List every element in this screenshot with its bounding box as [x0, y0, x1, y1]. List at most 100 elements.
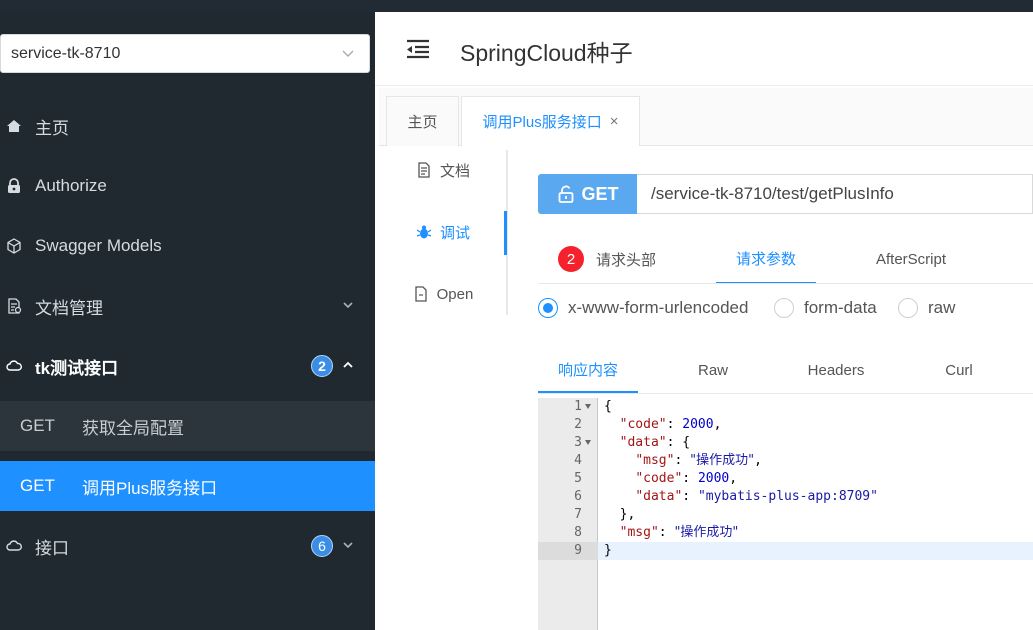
vtab-open[interactable]: Open	[379, 264, 507, 324]
radio-x-www-form-urlencoded[interactable]: x-www-form-urlencoded	[538, 297, 748, 319]
vtab-label: 文档	[439, 162, 470, 180]
sidebar-subitem-call-plus-service[interactable]: GET 调用Plus服务接口	[0, 461, 375, 511]
app-title: SpringCloud种子	[460, 40, 633, 66]
line-number: 8	[574, 525, 582, 540]
http-method-button[interactable]: GET	[538, 174, 638, 214]
code-line: 1 {	[538, 398, 1033, 416]
document-gear-icon	[5, 297, 23, 315]
code-line: 7 },	[538, 506, 1033, 524]
tab-label: 请求参数	[735, 250, 796, 268]
vtab-debug[interactable]: 调试	[379, 202, 507, 262]
code-text: "msg": "操作成功"	[619, 525, 739, 540]
sidebar-item-label: 文档管理	[35, 298, 103, 318]
cloud-icon	[5, 537, 23, 555]
tab-response-curl[interactable]: Curl	[909, 347, 1009, 393]
sidebar-item-home[interactable]: 主页	[0, 96, 375, 156]
code-text: "code": 2000,	[619, 417, 722, 432]
sidebar-subitem-label: 调用Plus服务接口	[82, 478, 218, 498]
count-badge: 6	[311, 535, 333, 557]
tab-label: Headers	[807, 361, 865, 379]
window-top-strip	[0, 0, 1033, 12]
file-icon	[413, 286, 429, 302]
service-select-value: service-tk-8710	[11, 44, 121, 62]
code-line: 5 "code": 2000,	[538, 470, 1033, 488]
sidebar-subitem-get-global-config[interactable]: GET 获取全局配置	[0, 401, 375, 451]
home-icon	[5, 117, 23, 135]
sidebar-item-label: 接口	[35, 538, 69, 558]
code-line: 8 "msg": "操作成功"	[538, 524, 1033, 542]
radio-raw[interactable]: raw	[898, 297, 955, 319]
radio-form-data[interactable]: form-data	[774, 297, 877, 319]
response-tabs-divider	[538, 393, 1033, 394]
line-number: 4	[574, 453, 582, 468]
radio-circle[interactable]	[538, 298, 558, 318]
sidebar-item-label: tk测试接口	[35, 358, 119, 378]
menu-fold-icon[interactable]	[405, 38, 431, 60]
vtab-label: 调试	[439, 224, 470, 242]
close-icon[interactable]: ×	[610, 113, 619, 130]
code-line-active: 9 }	[538, 542, 1033, 560]
cube-icon	[5, 237, 23, 255]
code-line: 3 "data": {	[538, 434, 1033, 452]
http-method-label: GET	[581, 183, 619, 204]
tab-label: 请求头部	[596, 251, 657, 269]
fold-icon[interactable]	[585, 440, 591, 445]
vtab-doc[interactable]: 文档	[379, 140, 507, 200]
code-line: 2 "code": 2000,	[538, 416, 1033, 434]
tab-label: Raw	[697, 361, 728, 379]
sidebar: service-tk-8710 主页 Authorize Swagger Mod…	[0, 12, 375, 630]
tab-label: 主页	[407, 114, 438, 131]
line-number: 7	[574, 507, 582, 522]
fold-icon[interactable]	[585, 404, 591, 409]
radio-circle[interactable]	[898, 298, 918, 318]
http-method-label: GET	[20, 476, 55, 495]
sidebar-subitem-label: 获取全局配置	[82, 418, 184, 438]
code-text: }	[604, 543, 612, 558]
line-number: 5	[574, 471, 582, 486]
line-number: 3	[574, 435, 582, 450]
app-header: SpringCloud种子	[375, 12, 1033, 86]
bug-icon	[416, 224, 432, 240]
response-code-editor[interactable]: 1 { 2 "code": 2000, 3 "data": { 4 "msg":…	[538, 398, 1033, 630]
tab-bar: 主页 调用Plus服务接口 ×	[379, 88, 1033, 146]
unlock-icon	[559, 185, 574, 203]
code-line: 4 "msg": "操作成功",	[538, 452, 1033, 470]
sidebar-item-authorize[interactable]: Authorize	[0, 156, 375, 216]
line-number: 9	[574, 543, 582, 558]
chevron-down-icon	[343, 542, 353, 549]
count-badge: 2	[311, 355, 333, 377]
tab-response-raw[interactable]: Raw	[663, 347, 763, 393]
sidebar-item-label: Swagger Models	[35, 236, 162, 255]
http-method-label: GET	[20, 416, 55, 435]
tab-label: AfterScript	[876, 250, 947, 268]
line-number: 2	[574, 417, 582, 432]
sidebar-item-api[interactable]: 接口 6	[0, 516, 375, 576]
code-text: "data": "mybatis-plus-app:8709"	[635, 489, 878, 504]
chevron-down-icon	[343, 302, 353, 309]
tab-response-content[interactable]: 响应内容	[538, 347, 638, 393]
doc-vertical-tabs: 文档 调试 Open	[379, 146, 509, 630]
tab-request-params[interactable]: 请求参数	[716, 234, 816, 284]
sidebar-item-swagger-models[interactable]: Swagger Models	[0, 216, 375, 276]
url-input[interactable]: /service-tk-8710/test/getPlusInfo	[637, 174, 1033, 214]
tab-label: Curl	[945, 361, 973, 379]
tab-home[interactable]: 主页	[386, 96, 459, 146]
sidebar-item-label: 主页	[35, 118, 69, 138]
radio-circle[interactable]	[774, 298, 794, 318]
radio-label: x-www-form-urlencoded	[568, 298, 749, 317]
sidebar-item-doc-management[interactable]: 文档管理	[0, 276, 375, 336]
line-number: 1	[574, 399, 582, 414]
tab-response-headers[interactable]: Headers	[786, 347, 886, 393]
line-number: 6	[574, 489, 582, 504]
radio-label: form-data	[804, 298, 877, 317]
tab-call-plus-service[interactable]: 调用Plus服务接口 ×	[461, 96, 640, 146]
sidebar-item-tk-test-api[interactable]: tk测试接口 2	[0, 336, 375, 396]
tab-label: 调用Plus服务接口	[482, 114, 602, 131]
tab-request-headers[interactable]: 2 请求头部	[558, 234, 656, 284]
tab-after-script[interactable]: AfterScript	[876, 234, 946, 284]
service-select[interactable]: service-tk-8710	[0, 34, 370, 73]
chevron-down-icon	[342, 50, 354, 57]
code-text: },	[604, 507, 636, 522]
code-text: "code": 2000,	[635, 471, 738, 486]
vtab-label: Open	[436, 285, 474, 303]
